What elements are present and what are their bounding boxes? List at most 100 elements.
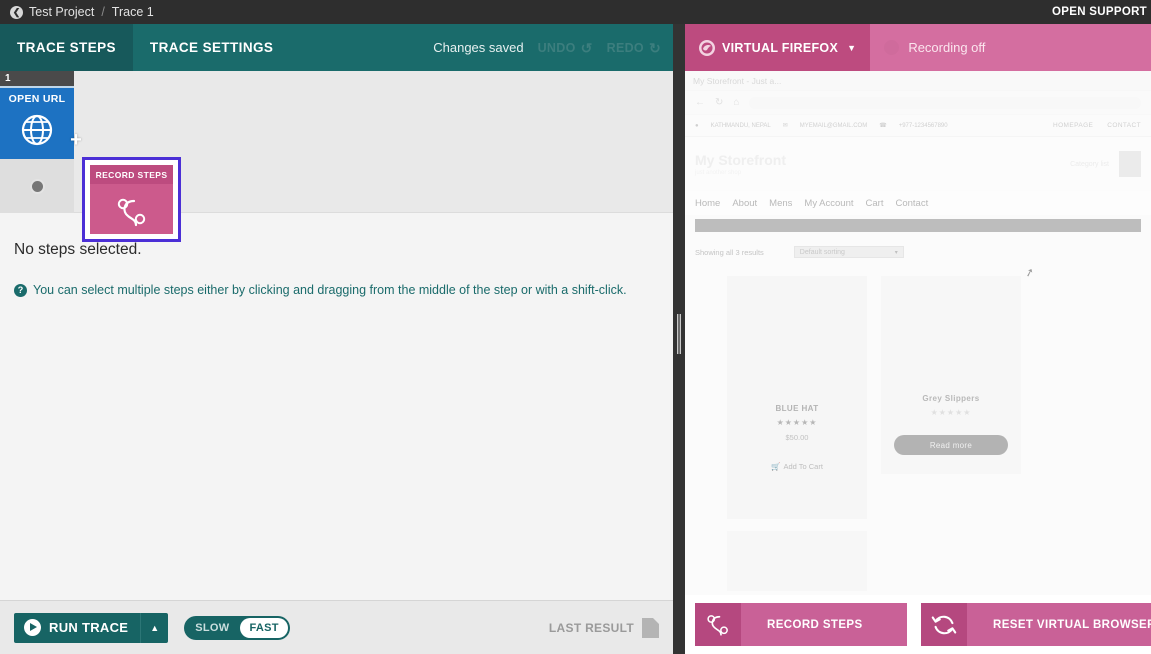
map-pin-icon: ● (695, 123, 699, 129)
virtual-firefox-tab[interactable]: VIRTUAL FIREFOX ▼ (685, 24, 870, 71)
breadcrumb-project[interactable]: Test Project (29, 5, 94, 19)
read-more-button[interactable]: Read more (894, 435, 1008, 455)
product-card-grey-slippers[interactable]: Grey Slippers ★★★★★ Read more (881, 276, 1021, 474)
product-title[interactable]: Grey Slippers (922, 394, 979, 403)
record-steps-label: RECORD STEPS (741, 619, 889, 631)
site-header: My Storefront just another shop Category… (685, 137, 1151, 191)
reset-virtual-browser-button[interactable]: RESET VIRTUAL BROWSER (921, 603, 1151, 646)
last-result-button[interactable]: LAST RESULT (549, 618, 659, 638)
step-handle-dot[interactable] (32, 181, 43, 192)
product-title[interactable]: BLUE HAT (775, 404, 818, 413)
browser-reload-icon[interactable]: ↻ (715, 97, 723, 108)
question-mark-icon: ? (14, 284, 27, 297)
record-steps-card-selected[interactable]: RECORD STEPS (82, 157, 181, 242)
open-support-link[interactable]: OPEN SUPPORT (1052, 6, 1147, 18)
virtual-browser-viewport[interactable]: My Storefront - Just a... ← ↻ ⌂ ● KATHMA… (685, 71, 1151, 608)
site-location: KATHMANDU, NEPAL (711, 123, 771, 129)
site-link-contact[interactable]: CONTACT (1107, 122, 1141, 129)
speed-toggle[interactable]: SLOW FAST (184, 616, 290, 640)
redo-button[interactable]: REDO ↻ (607, 41, 661, 55)
record-steps-icon (695, 603, 741, 646)
speed-option-fast[interactable]: FAST (240, 618, 287, 638)
drag-grip-handle[interactable] (677, 314, 681, 354)
product-price: $50.00 (786, 433, 809, 442)
reset-circular-arrows-icon (921, 603, 967, 646)
left-bottom-bar: RUN TRACE ▲ SLOW FAST LAST RESULT (0, 600, 673, 654)
site-nav-about[interactable]: About (732, 198, 757, 209)
product-card-blue-hat[interactable]: BLUE HAT ★★★★★ $50.00 🛒 Add To Cart (727, 276, 867, 519)
run-trace-main[interactable]: RUN TRACE (14, 619, 140, 636)
play-icon (24, 619, 41, 636)
selection-hint: ? You can select multiple steps either b… (14, 283, 659, 297)
recording-status[interactable]: Recording off (870, 24, 999, 71)
browser-back-icon[interactable]: ← (695, 97, 705, 108)
step-card-body[interactable]: OPEN URL (0, 86, 74, 159)
browser-tabstrip[interactable]: My Storefront - Just a... (685, 71, 1151, 91)
run-trace-caret-icon[interactable]: ▲ (140, 613, 168, 643)
chevron-down-icon[interactable]: ▼ (847, 43, 856, 53)
recording-indicator-icon (884, 40, 899, 55)
product-card-third[interactable] (727, 531, 867, 591)
browser-home-icon[interactable]: ⌂ (733, 97, 739, 108)
firefox-icon (699, 40, 715, 56)
site-category-label[interactable]: Category list (1070, 161, 1109, 168)
record-steps-button[interactable]: RECORD STEPS (695, 603, 907, 646)
product-grid: BLUE HAT ★★★★★ $50.00 🛒 Add To Cart Grey… (685, 258, 1151, 519)
changes-saved-status: Changes saved (433, 40, 523, 55)
tab-trace-settings[interactable]: TRACE SETTINGS (133, 24, 290, 71)
step-card-footer[interactable] (0, 159, 74, 213)
step-card-1[interactable]: 1 OPEN URL (0, 71, 74, 213)
step-strip: 1 OPEN URL + RE (0, 71, 673, 213)
record-steps-card[interactable]: RECORD STEPS (90, 165, 173, 234)
site-nav-contact[interactable]: Contact (895, 198, 928, 209)
site-nav: Home About Mens My Account Cart Contact (685, 191, 1151, 215)
right-panel: VIRTUAL FIREFOX ▼ Recording off My Store… (685, 24, 1151, 654)
recording-status-label: Recording off (908, 40, 985, 55)
left-panel: TRACE STEPS TRACE SETTINGS Changes saved… (0, 24, 673, 654)
run-trace-button[interactable]: RUN TRACE ▲ (14, 613, 168, 643)
selection-hint-text: You can select multiple steps either by … (33, 283, 627, 297)
record-steps-icon (90, 184, 173, 240)
tab-trace-steps[interactable]: TRACE STEPS (0, 24, 133, 71)
save-status-group: Changes saved UNDO ↺ REDO ↻ (433, 40, 673, 55)
undo-label: UNDO (538, 41, 576, 55)
breadcrumb-trace[interactable]: Trace 1 (112, 5, 154, 19)
step-number: 1 (0, 71, 74, 86)
add-to-cart-button[interactable]: 🛒 Add To Cart (771, 462, 823, 471)
redo-arrow-icon: ↻ (649, 41, 661, 55)
site-menu-button[interactable] (1119, 151, 1141, 177)
site-email[interactable]: MYEMAIL@GMAIL.COM (800, 123, 867, 129)
site-link-homepage[interactable]: HOMEPAGE (1053, 122, 1093, 129)
trace-tabbar: TRACE STEPS TRACE SETTINGS Changes saved… (0, 24, 673, 71)
undo-button[interactable]: UNDO ↺ (538, 41, 593, 55)
reset-virtual-browser-label: RESET VIRTUAL BROWSER (967, 619, 1151, 631)
sorting-value: Default sorting (800, 249, 845, 256)
virtual-browser-header: VIRTUAL FIREFOX ▼ Recording off (685, 24, 1151, 71)
add-to-cart-label: Add To Cart (783, 462, 822, 471)
top-bar: ❮ Test Project / Trace 1 OPEN SUPPORT (0, 0, 1151, 24)
sorting-select[interactable]: Default sorting ▾ (794, 246, 904, 258)
virtual-firefox-label: VIRTUAL FIREFOX (722, 41, 838, 55)
browser-tab-title[interactable]: My Storefront - Just a... (693, 76, 781, 86)
redo-label: REDO (607, 41, 644, 55)
site-phone: +977-1234567890 (899, 123, 948, 129)
step-label: OPEN URL (9, 93, 66, 105)
browser-navbar[interactable]: ← ↻ ⌂ (685, 91, 1151, 115)
envelope-icon: ✉ (783, 122, 788, 129)
site-nav-mens[interactable]: Mens (769, 198, 792, 209)
site-logo-block[interactable]: My Storefront just another shop (695, 152, 786, 176)
document-icon (642, 618, 659, 638)
back-arrow-icon[interactable]: ❮ (10, 6, 23, 19)
panel-splitter[interactable] (673, 24, 685, 654)
browser-url-bar[interactable] (749, 97, 1141, 109)
site-banner-placeholder (695, 219, 1141, 232)
speed-option-slow[interactable]: SLOW (186, 618, 238, 638)
product-rating-stars: ★★★★★ (777, 418, 818, 427)
record-steps-card-title: RECORD STEPS (90, 165, 173, 184)
site-nav-cart[interactable]: Cart (866, 198, 884, 209)
add-step-plus-icon[interactable]: + (68, 133, 84, 149)
site-nav-my-account[interactable]: My Account (804, 198, 853, 209)
site-sort-row: Showing all 3 results Default sorting ▾ (685, 232, 1151, 258)
site-nav-home[interactable]: Home (695, 198, 720, 209)
product-rating-stars: ★★★★★ (931, 408, 972, 417)
